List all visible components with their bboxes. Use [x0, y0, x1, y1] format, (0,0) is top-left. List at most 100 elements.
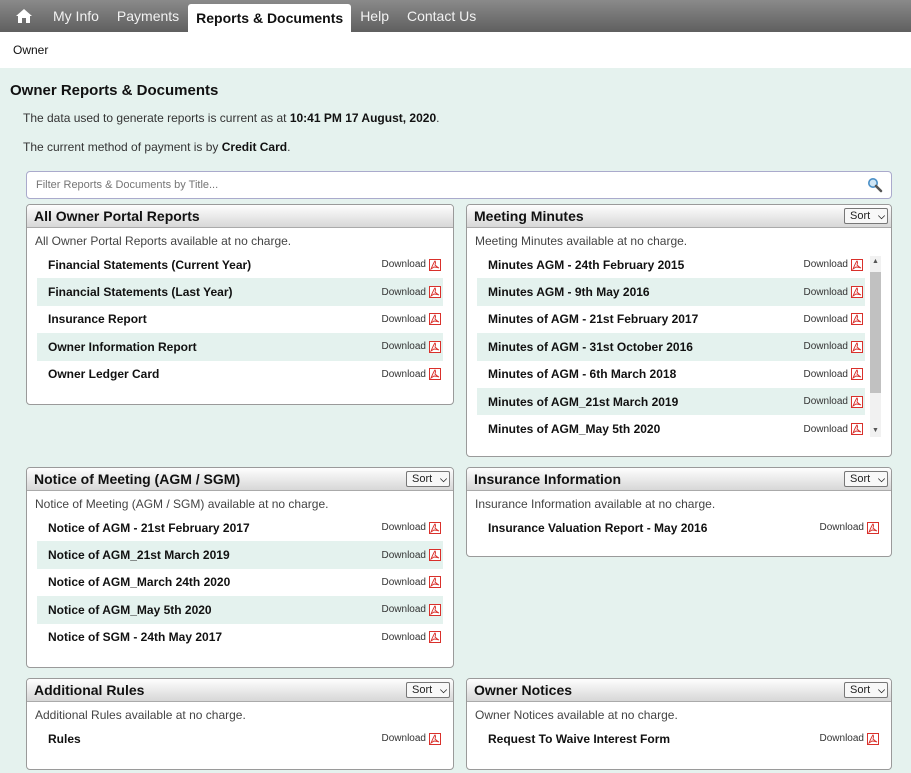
download-link[interactable]: Download: [382, 340, 441, 353]
list-item: Minutes AGM - 24th February 2015 Download: [477, 251, 865, 278]
scroll-up-icon[interactable]: ▲: [870, 256, 881, 268]
download-link[interactable]: Download: [820, 521, 879, 534]
rules-list: Rules Download: [27, 725, 453, 752]
report-title: Notice of AGM_21st March 2019: [48, 548, 230, 563]
download-link[interactable]: Download: [820, 732, 879, 745]
download-link[interactable]: Download: [804, 258, 863, 271]
pdf-icon: [429, 576, 441, 589]
minutes-scrollbar[interactable]: ▲ ▼: [870, 256, 881, 437]
pdf-icon: [429, 603, 441, 616]
panel-description: Insurance Information available at no ch…: [475, 497, 716, 511]
download-link[interactable]: Download: [804, 395, 863, 408]
report-title: Minutes of AGM - 6th March 2018: [488, 367, 677, 382]
scrollbar-thumb[interactable]: [870, 272, 881, 393]
list-item: Financial Statements (Current Year) Downl…: [37, 251, 443, 278]
page-title: Owner Reports & Documents: [10, 82, 219, 99]
report-title: Rules: [48, 731, 81, 746]
insurance-list: Insurance Valuation Report - May 2016 Dow…: [467, 514, 891, 541]
panel-title: Notice of Meeting (AGM / SGM): [34, 471, 241, 487]
pdf-icon: [851, 395, 863, 408]
download-link[interactable]: Download: [804, 286, 863, 299]
home-icon: [16, 9, 32, 23]
panel-insurance-information: Insurance Information Sort ⌵ Insurance In…: [466, 467, 892, 557]
download-link[interactable]: Download: [382, 732, 441, 745]
sort-select[interactable]: Sort ⌵: [844, 208, 888, 224]
notice-list: Notice of AGM - 21st February 2017 Downlo…: [27, 514, 453, 651]
download-link[interactable]: Download: [382, 603, 441, 616]
main-content: Owner Reports & Documents The data used …: [0, 68, 911, 773]
nav-tab-payments[interactable]: Payments: [108, 0, 188, 32]
sort-select[interactable]: Sort ⌵: [406, 471, 450, 487]
list-item: Minutes of AGM_May 5th 2020 Download: [477, 415, 865, 442]
report-title: Notice of AGM_May 5th 2020: [48, 602, 212, 617]
home-button[interactable]: [4, 0, 44, 32]
download-link[interactable]: Download: [382, 286, 441, 299]
pdf-icon: [851, 313, 863, 326]
report-title: Minutes of AGM_May 5th 2020: [488, 422, 661, 437]
report-title: Financial Statements (Last Year): [48, 285, 233, 300]
panel-description: All Owner Portal Reports available at no…: [35, 234, 292, 248]
sort-select[interactable]: Sort ⌵: [844, 682, 888, 698]
report-title: Minutes of AGM_21st March 2019: [488, 394, 679, 409]
report-title: Owner Ledger Card: [48, 367, 160, 382]
list-item: Financial Statements (Last Year) Download: [37, 278, 443, 306]
pdf-icon: [429, 313, 441, 326]
panel-description: Meeting Minutes available at no charge.: [475, 234, 688, 248]
list-item: Rules Download: [37, 725, 443, 752]
panel-notice-of-meeting: Notice of Meeting (AGM / SGM) Sort ⌵ Noti…: [26, 467, 454, 668]
panel-header: Insurance Information Sort ⌵: [467, 468, 891, 491]
list-item: Minutes AGM - 9th May 2016 Download: [477, 278, 865, 306]
pdf-icon: [429, 258, 441, 271]
sort-select[interactable]: Sort ⌵: [406, 682, 450, 698]
panel-meeting-minutes: Meeting Minutes Sort ⌵ Meeting Minutes av…: [466, 204, 892, 457]
panel-header: Notice of Meeting (AGM / SGM) Sort ⌵: [27, 468, 453, 491]
pdf-icon: [867, 732, 879, 745]
panel-title: All Owner Portal Reports: [34, 208, 200, 224]
scroll-down-icon[interactable]: ▼: [870, 425, 881, 437]
panel-title: Additional Rules: [34, 682, 145, 698]
report-title: Notice of SGM - 24th May 2017: [48, 630, 223, 645]
list-item: Notice of AGM - 21st February 2017 Downlo…: [37, 514, 443, 541]
list-item: Notice of AGM_21st March 2019 Download: [37, 541, 443, 569]
sort-select[interactable]: Sort ⌵: [844, 471, 888, 487]
search-icon[interactable]: [863, 173, 887, 197]
download-link[interactable]: Download: [382, 631, 441, 644]
nav-tab-help[interactable]: Help: [351, 0, 398, 32]
nav-tab-my-info[interactable]: My Info: [44, 0, 108, 32]
pdf-icon: [429, 286, 441, 299]
pdf-icon: [851, 368, 863, 381]
report-title: Notice of AGM_March 24th 2020: [48, 575, 231, 590]
download-link[interactable]: Download: [804, 313, 863, 326]
chevron-down-icon: ⌵: [878, 473, 885, 484]
report-title: Minutes AGM - 24th February 2015: [488, 257, 685, 272]
download-link[interactable]: Download: [804, 423, 863, 436]
minutes-list: Minutes AGM - 24th February 2015 Download…: [467, 251, 891, 443]
pdf-icon: [429, 368, 441, 381]
pdf-icon: [429, 340, 441, 353]
chevron-down-icon: ⌵: [878, 684, 885, 695]
download-link[interactable]: Download: [382, 313, 441, 326]
list-item: Notice of SGM - 24th May 2017 Download: [37, 624, 443, 651]
pdf-icon: [867, 521, 879, 534]
data-current-timestamp: 10:41 PM 17 August, 2020: [289, 111, 437, 125]
filter-input[interactable]: [34, 178, 863, 192]
data-current-text: The data used to generate reports is cur…: [23, 111, 440, 125]
report-title: Minutes AGM - 9th May 2016: [488, 285, 650, 300]
panel-title: Meeting Minutes: [474, 208, 584, 224]
download-link[interactable]: Download: [382, 576, 441, 589]
report-title: Insurance Report: [48, 312, 147, 327]
pdf-icon: [851, 286, 863, 299]
pdf-icon: [429, 631, 441, 644]
breadcrumb: Owner: [13, 43, 49, 57]
download-link[interactable]: Download: [804, 368, 863, 381]
nav-tab-contact-us[interactable]: Contact Us: [398, 0, 485, 32]
download-link[interactable]: Download: [382, 521, 441, 534]
nav-tab-reports-documents[interactable]: Reports & Documents: [188, 4, 352, 32]
download-link[interactable]: Download: [382, 258, 441, 271]
download-link[interactable]: Download: [382, 549, 441, 562]
download-link[interactable]: Download: [804, 340, 863, 353]
report-title: Financial Statements (Current Year): [48, 257, 252, 272]
list-item: Notice of AGM_March 24th 2020 Download: [37, 569, 443, 596]
panel-description: Notice of Meeting (AGM / SGM) available …: [35, 497, 329, 511]
download-link[interactable]: Download: [382, 368, 441, 381]
